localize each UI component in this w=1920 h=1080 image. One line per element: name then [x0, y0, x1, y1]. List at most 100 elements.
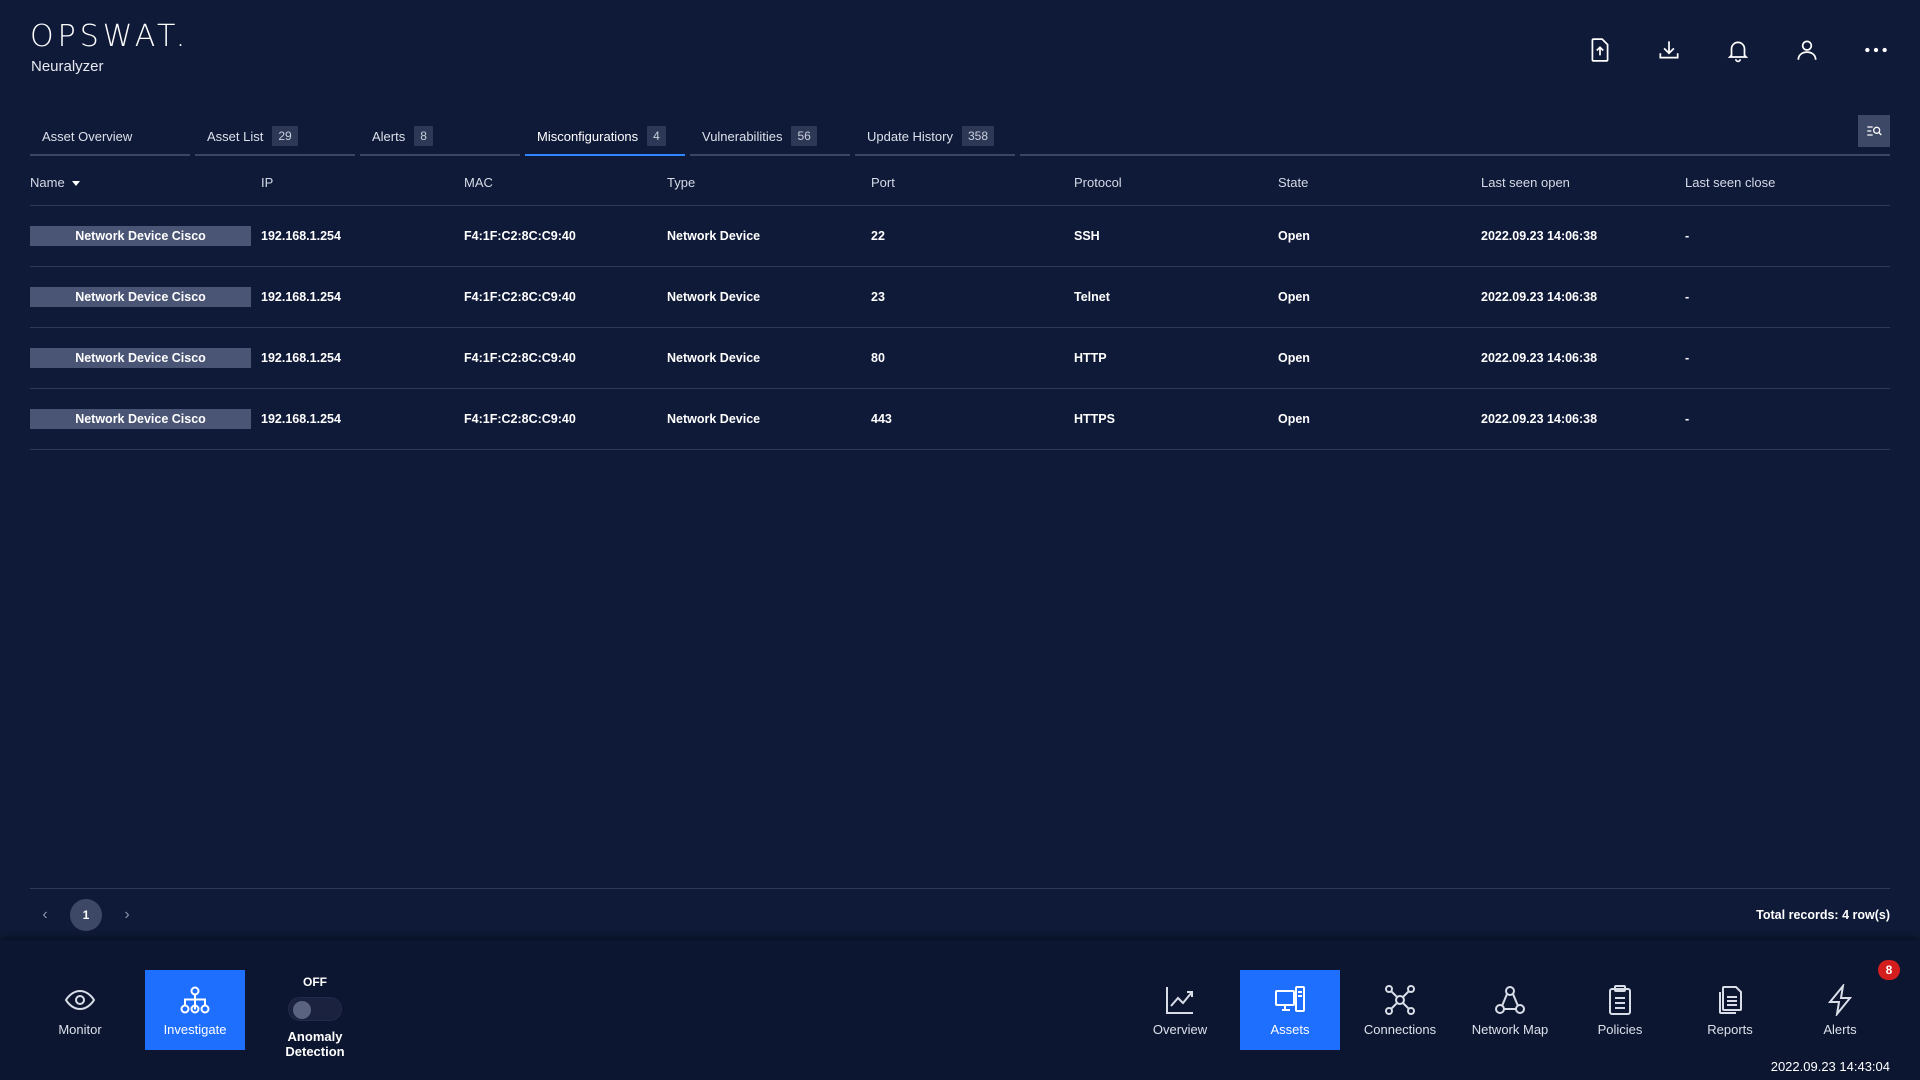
asset-name-badge[interactable]: Network Device Cisco — [30, 348, 251, 368]
nav-monitor[interactable]: Monitor — [30, 970, 130, 1050]
nav-label: Reports — [1707, 1021, 1753, 1037]
brand-name: OPSWAT. — [30, 19, 190, 54]
cell-mac: F4:1F:C2:8C:C9:40 — [464, 412, 576, 426]
cell-type: Network Device — [667, 290, 761, 304]
tab-alerts[interactable]: Alerts 8 — [360, 118, 520, 156]
file-upload-icon — [1591, 38, 1609, 62]
cell-last-seen-close: - — [1685, 229, 1690, 243]
prev-page-button[interactable]: ‹ — [40, 906, 50, 924]
nav-label: Assets — [1270, 1021, 1310, 1037]
tab-label: Misconfigurations — [537, 128, 639, 144]
cell-state: Open — [1278, 351, 1310, 365]
notifications-button[interactable] — [1720, 30, 1756, 70]
nav-network-map[interactable]: Network Map — [1460, 970, 1560, 1050]
table-row[interactable]: Network Device Cisco 192.168.1.254 F4:1F… — [30, 206, 1890, 267]
table-header: Name IP MAC Type Port Protocol State Las… — [30, 160, 1890, 206]
cell-port: 443 — [871, 412, 892, 426]
table-row[interactable]: Network Device Cisco 192.168.1.254 F4:1F… — [30, 267, 1890, 328]
tab-vulnerabilities[interactable]: Vulnerabilities 56 — [690, 118, 850, 156]
nav-investigate[interactable]: Investigate — [145, 970, 245, 1050]
tab-label: Alerts — [372, 128, 406, 144]
cell-mac: F4:1F:C2:8C:C9:40 — [464, 290, 576, 304]
nav-label: Investigate — [163, 1021, 227, 1037]
toggle-knob — [293, 1001, 311, 1019]
nav-assets[interactable]: Assets — [1240, 970, 1340, 1050]
cell-last-seen-close: - — [1685, 290, 1690, 304]
tab-misconfigurations[interactable]: Misconfigurations 4 — [525, 118, 685, 156]
cell-state: Open — [1278, 290, 1310, 304]
column-header-mac[interactable]: MAC — [464, 175, 667, 190]
nav-label: Alerts — [1823, 1021, 1857, 1037]
anomaly-detection-toggle[interactable] — [288, 997, 342, 1021]
cell-ip: 192.168.1.254 — [261, 351, 341, 365]
clipboard-icon — [1609, 984, 1631, 1015]
cell-last-seen-open: 2022.09.23 14:06:38 — [1481, 290, 1598, 304]
cell-port: 22 — [871, 229, 885, 243]
total-records: Total records: 4 row(s) — [1756, 908, 1890, 922]
cell-state: Open — [1278, 412, 1310, 426]
cell-mac: F4:1F:C2:8C:C9:40 — [464, 229, 576, 243]
column-header-name[interactable]: Name — [30, 175, 261, 190]
column-header-last-seen-close[interactable]: Last seen close — [1685, 175, 1870, 190]
cell-type: Network Device — [667, 412, 761, 426]
search-list-icon — [1867, 126, 1882, 136]
cell-last-seen-open: 2022.09.23 14:06:38 — [1481, 229, 1598, 243]
nav-reports[interactable]: Reports — [1680, 970, 1780, 1050]
page-number-button[interactable]: 1 — [70, 899, 102, 931]
tab-label: Asset List — [207, 128, 264, 144]
tab-label: Update History — [867, 128, 953, 144]
upload-report-button[interactable] — [1582, 30, 1618, 70]
nav-policies[interactable]: Policies — [1570, 970, 1670, 1050]
nav-overview[interactable]: Overview — [1130, 970, 1230, 1050]
tab-update-history[interactable]: Update History 358 — [855, 118, 1015, 156]
more-menu-button[interactable] — [1858, 30, 1894, 70]
asset-name-badge[interactable]: Network Device Cisco — [30, 287, 251, 307]
download-button[interactable] — [1651, 30, 1687, 70]
download-icon — [1659, 41, 1679, 59]
next-page-button[interactable]: › — [122, 906, 132, 924]
system-clock: 2022.09.23 14:43:04 — [1770, 1059, 1890, 1074]
column-header-type[interactable]: Type — [667, 175, 871, 190]
misconfigurations-table: Name IP MAC Type Port Protocol State Las… — [30, 160, 1890, 450]
nav-label: Connections — [1363, 1021, 1437, 1037]
cell-port: 80 — [871, 351, 885, 365]
pagination-divider — [30, 888, 1890, 889]
cell-last-seen-open: 2022.09.23 14:06:38 — [1481, 351, 1598, 365]
tab-asset-overview[interactable]: Asset Overview — [30, 118, 190, 156]
column-header-last-seen-open[interactable]: Last seen open — [1481, 175, 1685, 190]
table-row[interactable]: Network Device Cisco 192.168.1.254 F4:1F… — [30, 328, 1890, 389]
tab-count-badge: 29 — [272, 126, 298, 146]
cell-protocol: HTTP — [1074, 351, 1107, 365]
alerts-count-badge: 8 — [1878, 960, 1900, 980]
assets-icon — [1275, 985, 1305, 1012]
user-button[interactable] — [1789, 30, 1825, 70]
nav-connections[interactable]: Connections — [1350, 970, 1450, 1050]
column-header-ip[interactable]: IP — [261, 175, 464, 190]
column-header-protocol[interactable]: Protocol — [1074, 175, 1278, 190]
nav-label: Policies — [1597, 1021, 1643, 1037]
cell-last-seen-close: - — [1685, 412, 1690, 426]
sort-desc-icon — [71, 180, 80, 186]
anomaly-detection-control: OFF Anomaly Detection — [258, 975, 372, 1059]
table-row[interactable]: Network Device Cisco 192.168.1.254 F4:1F… — [30, 389, 1890, 450]
cell-last-seen-close: - — [1685, 351, 1690, 365]
user-icon — [1797, 40, 1817, 60]
cell-last-seen-open: 2022.09.23 14:06:38 — [1481, 412, 1598, 426]
cell-ip: 192.168.1.254 — [261, 229, 341, 243]
nav-alerts[interactable]: Alerts — [1790, 970, 1890, 1050]
table-search-button[interactable] — [1858, 115, 1890, 147]
tab-count-badge: 4 — [647, 126, 666, 146]
chart-line-icon — [1166, 986, 1193, 1014]
column-header-state[interactable]: State — [1278, 175, 1481, 190]
tab-count-badge: 8 — [414, 126, 433, 146]
cell-type: Network Device — [667, 351, 761, 365]
asset-name-badge[interactable]: Network Device Cisco — [30, 409, 251, 429]
network-map-icon — [1495, 985, 1525, 1014]
asset-name-badge[interactable]: Network Device Cisco — [30, 226, 251, 246]
tab-asset-list[interactable]: Asset List 29 — [195, 118, 355, 156]
column-header-port[interactable]: Port — [871, 175, 1074, 190]
cell-protocol: Telnet — [1074, 290, 1110, 304]
bell-icon — [1727, 41, 1749, 63]
cell-port: 23 — [871, 290, 885, 304]
cell-state: Open — [1278, 229, 1310, 243]
